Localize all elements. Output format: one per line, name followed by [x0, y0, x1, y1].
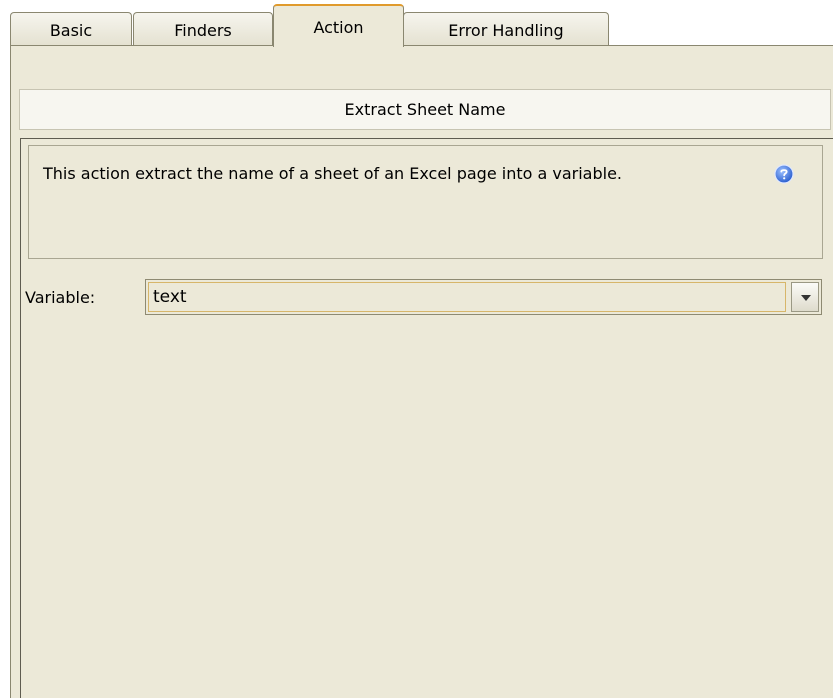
description-text: This action extract the name of a sheet … [43, 164, 622, 183]
tab-basic[interactable]: Basic [10, 12, 132, 46]
tab-error-handling[interactable]: Error Handling [403, 12, 609, 46]
tab-error-handling-label: Error Handling [448, 21, 564, 40]
variable-value: text [153, 287, 187, 307]
variable-combobox[interactable]: text [145, 279, 822, 315]
action-title: Extract Sheet Name [344, 100, 506, 119]
tab-action-label: Action [313, 18, 364, 37]
description-box: This action extract the name of a sheet … [28, 145, 823, 259]
variable-input[interactable]: text [148, 282, 786, 312]
tab-finders-label: Finders [174, 21, 232, 40]
chevron-down-icon [801, 295, 811, 301]
variable-dropdown-button[interactable] [791, 282, 819, 312]
variable-label: Variable: [25, 288, 96, 307]
action-editor-window: Basic Finders Error Handling Action Extr… [0, 0, 833, 698]
tab-finders[interactable]: Finders [133, 12, 273, 46]
tab-basic-label: Basic [49, 21, 93, 40]
help-icon[interactable] [774, 164, 794, 184]
action-title-bar: Extract Sheet Name [19, 89, 831, 130]
tab-action[interactable]: Action [273, 4, 404, 47]
